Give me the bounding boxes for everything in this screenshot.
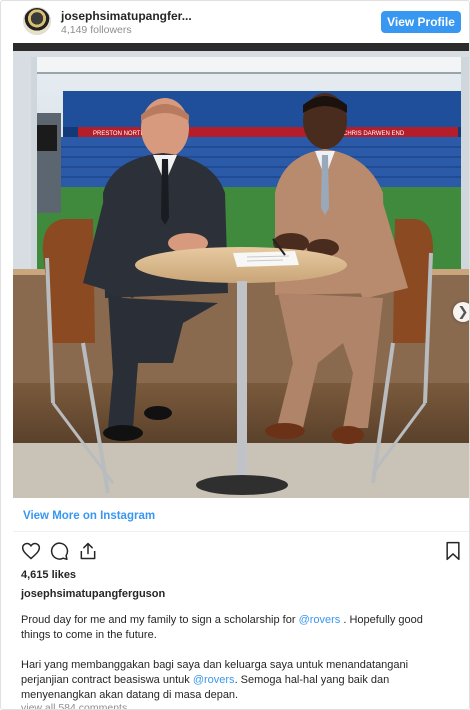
bookmark-icon	[446, 541, 460, 561]
caption-text: Proud day for me and my family to sign a…	[21, 614, 299, 626]
share-button[interactable]	[78, 541, 98, 561]
save-button[interactable]	[443, 541, 463, 561]
photo-illustration: PRESTON NORTH END CHRIS DARWEN END	[13, 43, 469, 498]
post-photo[interactable]: PRESTON NORTH END CHRIS DARWEN END ❯	[13, 43, 469, 498]
chevron-right-icon: ❯	[457, 304, 469, 319]
action-bar	[21, 541, 461, 561]
post-caption: Proud day for me and my family to sign a…	[21, 613, 441, 709]
comment-button[interactable]	[49, 541, 69, 561]
like-count: 4,615 likes	[21, 569, 77, 581]
mention-link[interactable]: @rovers	[299, 614, 341, 626]
avatar[interactable]	[23, 7, 51, 35]
post-header: josephsimatupangfer... 4,149 followers V…	[1, 1, 469, 43]
view-comments-link[interactable]: view all 584 comments	[21, 702, 127, 709]
follower-count: 4,149 followers	[61, 24, 132, 36]
post-author[interactable]: josephsimatupangferguson	[21, 588, 165, 600]
share-icon	[80, 542, 96, 560]
next-photo-button[interactable]: ❯	[453, 302, 469, 322]
mention-link[interactable]: @rovers	[193, 674, 235, 686]
like-button[interactable]	[21, 541, 41, 561]
divider	[13, 531, 469, 532]
header-username[interactable]: josephsimatupangfer...	[61, 9, 192, 23]
instagram-embed-card: josephsimatupangfer... 4,149 followers V…	[0, 0, 470, 710]
caption-english: Proud day for me and my family to sign a…	[21, 613, 441, 643]
view-profile-button[interactable]: View Profile	[381, 11, 461, 33]
comment-icon	[50, 542, 69, 561]
stadium-banner-right: CHRIS DARWEN END	[343, 131, 405, 137]
heart-icon	[21, 542, 41, 560]
view-more-link[interactable]: View More on Instagram	[23, 510, 155, 522]
caption-indonesian: Hari yang membanggakan bagi saya dan kel…	[21, 658, 441, 703]
